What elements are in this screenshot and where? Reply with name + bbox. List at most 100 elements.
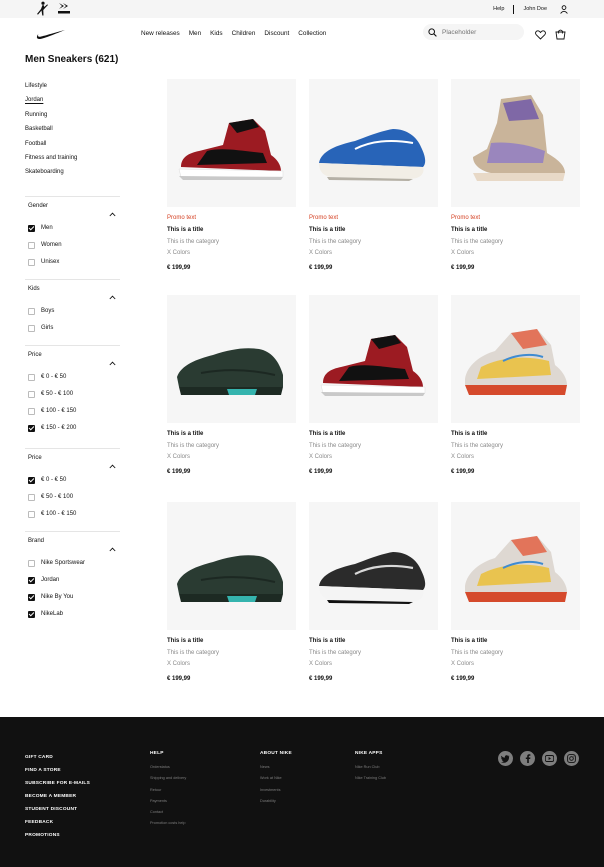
nike-logo-icon[interactable] [36,27,66,45]
category-running[interactable]: Running [25,108,77,122]
search-input[interactable] [442,28,512,36]
filter-header[interactable]: Brand [28,538,44,544]
checkbox[interactable] [28,610,35,618]
favorites-heart-icon[interactable] [535,27,546,45]
footer-link[interactable]: Nike Run Club [355,762,386,773]
filter-option[interactable]: € 150 - € 200 [28,423,76,433]
footer-link[interactable]: News [260,762,292,773]
checkbox[interactable] [28,424,35,432]
chevron-up-icon[interactable] [109,204,116,222]
chevron-up-icon[interactable] [109,456,116,474]
product-title[interactable]: This is a title [309,227,345,233]
filter-option[interactable]: Women [28,240,62,250]
footer-link[interactable]: Payments [150,796,186,807]
checkbox[interactable] [28,407,35,415]
product-image[interactable] [309,295,438,423]
user-icon[interactable] [560,4,568,14]
product-title[interactable]: This is a title [451,638,487,644]
checkbox[interactable] [28,307,35,315]
filter-option[interactable]: Men [28,223,53,233]
product-image[interactable] [167,295,296,423]
footer-link-subscribe[interactable]: SUBSCRIBE FOR E-MAILS [25,777,90,790]
filter-header[interactable]: Gender [28,203,48,209]
checkbox[interactable] [28,390,35,398]
checkbox[interactable] [28,476,35,484]
checkbox[interactable] [28,224,35,232]
product-image[interactable] [309,502,438,630]
checkbox[interactable] [28,559,35,567]
twitter-icon[interactable] [498,751,513,766]
help-link[interactable]: Help [493,6,504,12]
product-title[interactable]: This is a title [167,431,203,437]
filter-option[interactable]: Boys [28,306,54,316]
filter-option[interactable]: € 0 - € 50 [28,475,66,485]
filter-option[interactable]: Unisex [28,257,59,267]
checkbox[interactable] [28,258,35,266]
checkbox[interactable] [28,324,35,332]
user-name-link[interactable]: John Doe [523,6,547,12]
product-card[interactable]: This is a title This is the category X C… [451,295,580,475]
filter-option[interactable]: € 100 - € 150 [28,509,76,519]
product-image[interactable] [451,502,580,630]
nav-discount[interactable]: Discount [264,30,289,37]
product-card[interactable]: Promo text This is a title This is the c… [451,79,580,271]
category-football[interactable]: Football [25,137,77,151]
product-card[interactable]: This is a title This is the category X C… [167,502,296,682]
checkbox[interactable] [28,241,35,249]
filter-option[interactable]: NikeLab [28,609,63,619]
product-title[interactable]: This is a title [309,431,345,437]
nav-collection[interactable]: Collection [298,30,326,37]
footer-link[interactable]: Promotion costs help [150,818,186,829]
product-title[interactable]: This is a title [309,638,345,644]
product-card[interactable]: This is a title This is the category X C… [451,502,580,682]
filter-option[interactable]: € 50 - € 100 [28,492,73,502]
filter-option[interactable]: Jordan [28,575,59,585]
filter-option[interactable]: € 100 - € 150 [28,406,76,416]
footer-link-feedback[interactable]: FEEDBACK [25,816,90,829]
checkbox[interactable] [28,510,35,518]
instagram-icon[interactable] [564,751,579,766]
product-card[interactable]: This is a title This is the category X C… [167,295,296,475]
nav-men[interactable]: Men [189,30,201,37]
product-card[interactable]: This is a title This is the category X C… [309,295,438,475]
search-bar[interactable] [423,24,524,40]
category-lifestyle[interactable]: Lifestyle [25,79,77,93]
nav-new-releases[interactable]: New releases [141,30,180,37]
product-card[interactable]: Promo text This is a title This is the c… [167,79,296,271]
filter-header[interactable]: Price [28,352,42,358]
filter-option[interactable]: Nike Sportswear [28,558,85,568]
nav-children[interactable]: Children [232,30,256,37]
shopping-bag-icon[interactable] [555,27,566,45]
product-card[interactable]: This is a title This is the category X C… [309,502,438,682]
footer-link[interactable]: Retour [150,785,186,796]
checkbox[interactable] [28,373,35,381]
chevron-up-icon[interactable] [109,287,116,305]
search-icon[interactable] [428,27,437,37]
facebook-icon[interactable] [520,751,535,766]
checkbox[interactable] [28,576,35,584]
checkbox[interactable] [28,493,35,501]
product-image[interactable] [451,295,580,423]
category-jordan[interactable]: Jordan [25,93,77,107]
footer-link-promotions[interactable]: PROMOTIONS [25,829,90,842]
footer-link[interactable]: Orderstatus [150,762,186,773]
product-title[interactable]: This is a title [167,227,203,233]
chevron-up-icon[interactable] [109,353,116,371]
filter-header[interactable]: Kids [28,286,40,292]
footer-link[interactable]: Nike Training Club [355,773,386,784]
product-image[interactable] [167,79,296,207]
product-title[interactable]: This is a title [451,227,487,233]
category-basketball[interactable]: Basketball [25,122,77,136]
footer-link[interactable]: Durability [260,796,292,807]
footer-link[interactable]: Shipping and delivery [150,773,186,784]
category-fitness-and-training[interactable]: Fitness and training [25,151,77,165]
product-image[interactable] [309,79,438,207]
filter-option[interactable]: € 0 - € 50 [28,372,66,382]
filter-option[interactable]: € 50 - € 100 [28,389,73,399]
footer-link-become-member[interactable]: BECOME A MEMBER [25,790,90,803]
category-skateboarding[interactable]: Skateboarding [25,165,77,179]
footer-link[interactable]: Contact [150,807,186,818]
checkbox[interactable] [28,593,35,601]
product-image[interactable] [451,79,580,207]
filter-option[interactable]: Nike By You [28,592,73,602]
